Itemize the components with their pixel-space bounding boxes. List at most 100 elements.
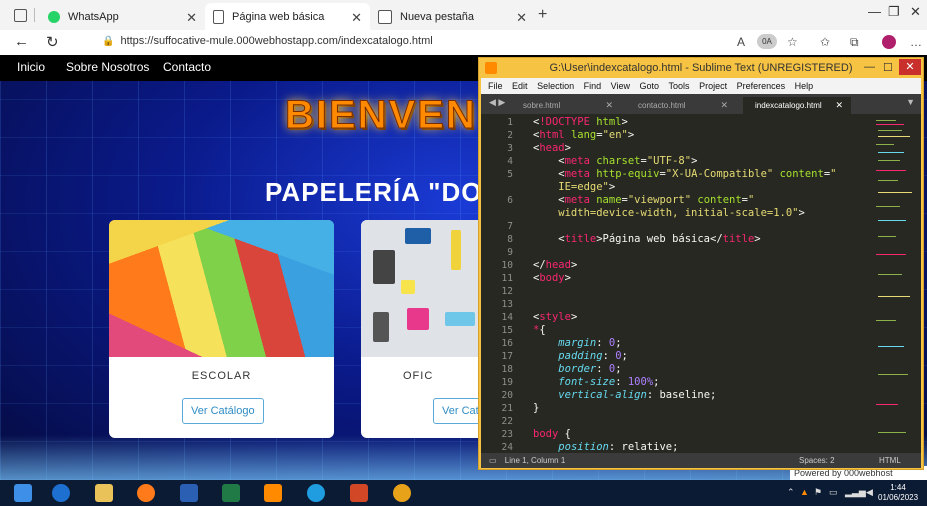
tab-separator (34, 8, 35, 22)
sublime-tab-contacto[interactable]: contacto.html ✕ (626, 97, 736, 114)
menu-preferences[interactable]: Preferences (737, 81, 786, 91)
code-line: <title>Página web básica</title> (533, 233, 761, 245)
url-text: https://suffocative-mule.000webhostapp.c… (120, 35, 433, 47)
avatar[interactable] (882, 35, 896, 49)
close-icon[interactable]: ✕ (720, 97, 728, 114)
code-line: border: 0; (558, 363, 622, 375)
address-bar-row: ← ↻ 🔒 https://suffocative-mule.000webhost… (0, 30, 927, 55)
new-tab-button[interactable]: + (538, 6, 547, 24)
tab-label: sobre.html (523, 101, 561, 110)
extension-badge[interactable]: 0A (757, 34, 777, 49)
tab-nueva-pestana[interactable]: Nueva pestaña ✕ (370, 3, 535, 30)
back-icon[interactable]: ← (14, 33, 29, 50)
code-line: position: relative; (558, 441, 679, 453)
stapler-shape (405, 228, 431, 244)
syntax-setting[interactable]: HTML (879, 453, 901, 468)
store-subtitle: PAPELERÍA "DO (265, 177, 483, 207)
menu-find[interactable]: Find (584, 81, 602, 91)
line-number: 10 (501, 260, 513, 271)
url-field[interactable]: 🔒 https://suffocative-mule.000webhostapp.… (102, 35, 433, 47)
line-number: 5 (507, 169, 513, 180)
collections-icon[interactable]: ⧉ (850, 35, 859, 50)
nav-link-contacto[interactable]: Contacto (163, 60, 211, 74)
category-card-escolar: ESCOLAR Ver Catálogo (109, 220, 334, 438)
menu-project[interactable]: Project (699, 81, 727, 91)
sublime-taskbar-icon[interactable] (264, 484, 282, 502)
favorite-star-icon[interactable]: ☆ (787, 35, 798, 49)
edge-icon[interactable] (307, 484, 325, 502)
menu-selection[interactable]: Selection (537, 81, 574, 91)
tab-scroll-arrows-icon[interactable]: ◀ ▶ (489, 97, 505, 108)
tab-actions-icon[interactable] (14, 9, 27, 22)
word-icon[interactable] (180, 484, 198, 502)
tray-chevron-icon[interactable]: ⌃ (787, 487, 795, 498)
refresh-icon[interactable]: ↻ (46, 33, 59, 51)
code-line: <head> (533, 142, 571, 154)
menu-tools[interactable]: Tools (669, 81, 690, 91)
browser-tab-bar: WhatsApp ✕ Página web básica ✕ Nueva pes… (0, 0, 927, 31)
code-editor[interactable]: 1 2 3 4 5 6 7 8 9 10 11 12 13 14 15 16 1… (481, 114, 921, 453)
sublime-tab-sobre[interactable]: sobre.html ✕ (511, 97, 621, 114)
menu-view[interactable]: View (611, 81, 630, 91)
code-line: <!DOCTYPE html> (533, 116, 628, 128)
newtab-icon (378, 9, 392, 24)
powerpoint-icon[interactable] (350, 484, 368, 502)
tab-pagina-web[interactable]: Página web básica ✕ (205, 3, 370, 30)
tab-label: contacto.html (638, 101, 686, 110)
line-number: 12 (501, 286, 513, 297)
tray-volume-icon[interactable]: ◀ (866, 487, 873, 498)
code-line: padding: 0; (558, 350, 628, 362)
close-icon[interactable]: ✕ (516, 10, 527, 26)
close-icon[interactable]: ✕ (186, 10, 197, 26)
tab-whatsapp[interactable]: WhatsApp ✕ (40, 3, 205, 30)
menu-file[interactable]: File (488, 81, 503, 91)
indentation-setting[interactable]: Spaces: 2 (799, 453, 835, 468)
close-icon[interactable]: ✕ (605, 97, 613, 114)
tray-network-icon[interactable]: ▂▃▅ (845, 487, 866, 498)
menu-goto[interactable]: Goto (640, 81, 660, 91)
menu-help[interactable]: Help (795, 81, 814, 91)
sublime-close-button[interactable]: ✕ (899, 59, 921, 75)
favorites-icon[interactable]: ✩ (820, 35, 830, 49)
excel-icon[interactable] (222, 484, 240, 502)
line-number: 19 (501, 377, 513, 388)
firefox-icon[interactable] (137, 484, 155, 502)
code-line: IE=edge"> (533, 181, 616, 193)
tray-battery-icon[interactable]: ▭ (829, 487, 838, 498)
restore-button[interactable]: ❐ (888, 4, 900, 20)
menu-edit[interactable]: Edit (512, 81, 528, 91)
file-explorer-icon[interactable] (95, 484, 113, 502)
tray-flag-icon[interactable]: ⚑ (814, 487, 822, 498)
tab-title: Página web básica (232, 10, 325, 23)
minimize-button[interactable]: — (868, 4, 881, 19)
tab-dropdown-icon[interactable]: ▼ (906, 97, 915, 107)
code-line: <html lang="en"> (533, 129, 635, 141)
lock-icon: 🔒 (102, 36, 115, 47)
sublime-window: G:\User\indexcatalogo.html - Sublime Tex… (478, 57, 924, 470)
close-window-button[interactable]: ✕ (910, 4, 921, 20)
close-icon[interactable]: ✕ (351, 10, 362, 26)
school-supplies-image (109, 220, 334, 357)
taskbar-clock[interactable]: 1:44 01/06/2023 (878, 483, 918, 503)
line-number: 15 (501, 325, 513, 336)
more-menu-icon[interactable]: … (910, 35, 922, 49)
sublime-maximize-button[interactable]: ☐ (883, 61, 893, 74)
calculator-shape (373, 250, 395, 284)
chrome-icon[interactable] (393, 484, 411, 502)
console-icon[interactable]: ▭ (489, 456, 497, 465)
read-aloud-icon[interactable]: A (737, 35, 745, 49)
sublime-minimize-button[interactable]: — (864, 61, 875, 73)
nav-link-sobre-nosotros[interactable]: Sobre Nosotros (66, 60, 149, 74)
ver-catalogo-button[interactable]: Ver Catálogo (182, 398, 264, 424)
sublime-tab-indexcatalogo[interactable]: indexcatalogo.html ✕ (743, 97, 851, 114)
nav-link-inicio[interactable]: Inicio (17, 60, 45, 74)
internet-explorer-icon[interactable] (52, 484, 70, 502)
line-number: 9 (507, 247, 513, 258)
minimap[interactable] (876, 114, 916, 453)
start-icon[interactable] (14, 484, 32, 502)
code-line: </head> (533, 259, 578, 271)
line-number: 6 (507, 195, 513, 206)
tray-warning-icon[interactable]: ▲ (800, 487, 809, 497)
close-icon[interactable]: ✕ (835, 97, 843, 114)
tab-title: WhatsApp (68, 10, 119, 23)
